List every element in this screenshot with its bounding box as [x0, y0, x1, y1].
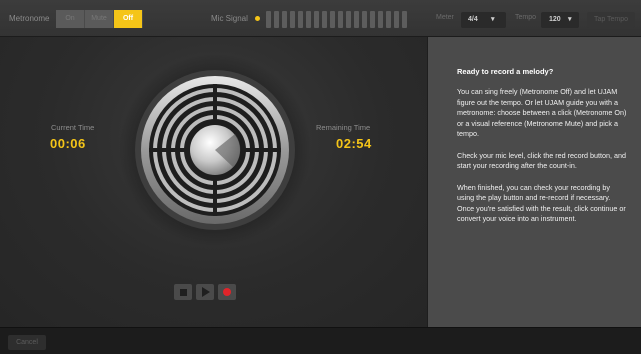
meter-bar	[378, 11, 383, 28]
meter-label: Meter	[436, 14, 454, 21]
meter-bar	[338, 11, 343, 28]
meter-bar	[266, 11, 271, 28]
meter-bar	[330, 11, 335, 28]
play-button[interactable]	[196, 284, 214, 300]
meter-bar	[346, 11, 351, 28]
meter-bar	[394, 11, 399, 28]
remaining-time-value: 02:54	[336, 136, 372, 151]
panel-paragraph: You can sing freely (Metronome Off) and …	[457, 87, 627, 138]
metronome-mute-button[interactable]: Mute	[85, 10, 114, 28]
stop-icon	[179, 288, 187, 296]
meter-bar	[354, 11, 359, 28]
meter-bar	[306, 11, 311, 28]
meter-bar	[290, 11, 295, 28]
panel-paragraph: Check your mic level, click the red reco…	[457, 150, 626, 171]
meter-bar	[282, 11, 287, 28]
meter-bar	[370, 11, 375, 28]
tap-tempo-button[interactable]: Tap Tempo	[587, 12, 635, 28]
current-time-label: Current Time	[51, 123, 95, 132]
meter-bar	[362, 11, 367, 28]
meter-bar	[386, 11, 391, 28]
mic-signal-label: Mic Signal	[211, 14, 248, 23]
record-icon	[223, 288, 231, 296]
mic-signal-indicator	[255, 16, 260, 21]
mic-level-meter	[266, 11, 407, 28]
panel-title: Ready to record a melody?	[457, 67, 554, 76]
stop-button[interactable]	[174, 284, 192, 300]
chevron-down-icon: ▾	[491, 16, 495, 23]
meter-select[interactable]: 4/4 ▾	[461, 12, 506, 28]
record-knob[interactable]	[119, 54, 311, 246]
remaining-time-label: Remaining Time	[316, 123, 371, 132]
tempo-select[interactable]: 120 ▾	[541, 12, 579, 28]
cancel-button[interactable]: Cancel	[8, 335, 46, 350]
tempo-label: Tempo	[515, 14, 537, 21]
record-button[interactable]	[218, 284, 236, 300]
meter-value: 4/4	[468, 16, 478, 23]
meter-bar	[402, 11, 407, 28]
metronome-off-button[interactable]: Off	[114, 10, 143, 28]
meter-bar	[322, 11, 327, 28]
metronome-segmented-control: On Mute Off	[56, 10, 143, 28]
metronome-on-button[interactable]: On	[56, 10, 85, 28]
recorder-area: Current Time 00:06 Remaining Time 02:54	[0, 37, 427, 327]
bottom-bar: Cancel	[0, 327, 641, 354]
top-toolbar: Metronome On Mute Off Mic Signal Meter 4…	[0, 0, 641, 37]
current-time-value: 00:06	[50, 136, 86, 151]
meter-bar	[274, 11, 279, 28]
play-icon	[202, 287, 210, 297]
instructions-panel: Ready to record a melody? You can sing f…	[427, 37, 641, 327]
chevron-down-icon: ▾	[568, 16, 572, 23]
meter-bar	[298, 11, 303, 28]
tempo-value: 120	[549, 16, 561, 23]
panel-paragraph: When finished, you can check your record…	[457, 182, 626, 224]
metronome-label: Metronome	[9, 14, 50, 23]
meter-bar	[314, 11, 319, 28]
